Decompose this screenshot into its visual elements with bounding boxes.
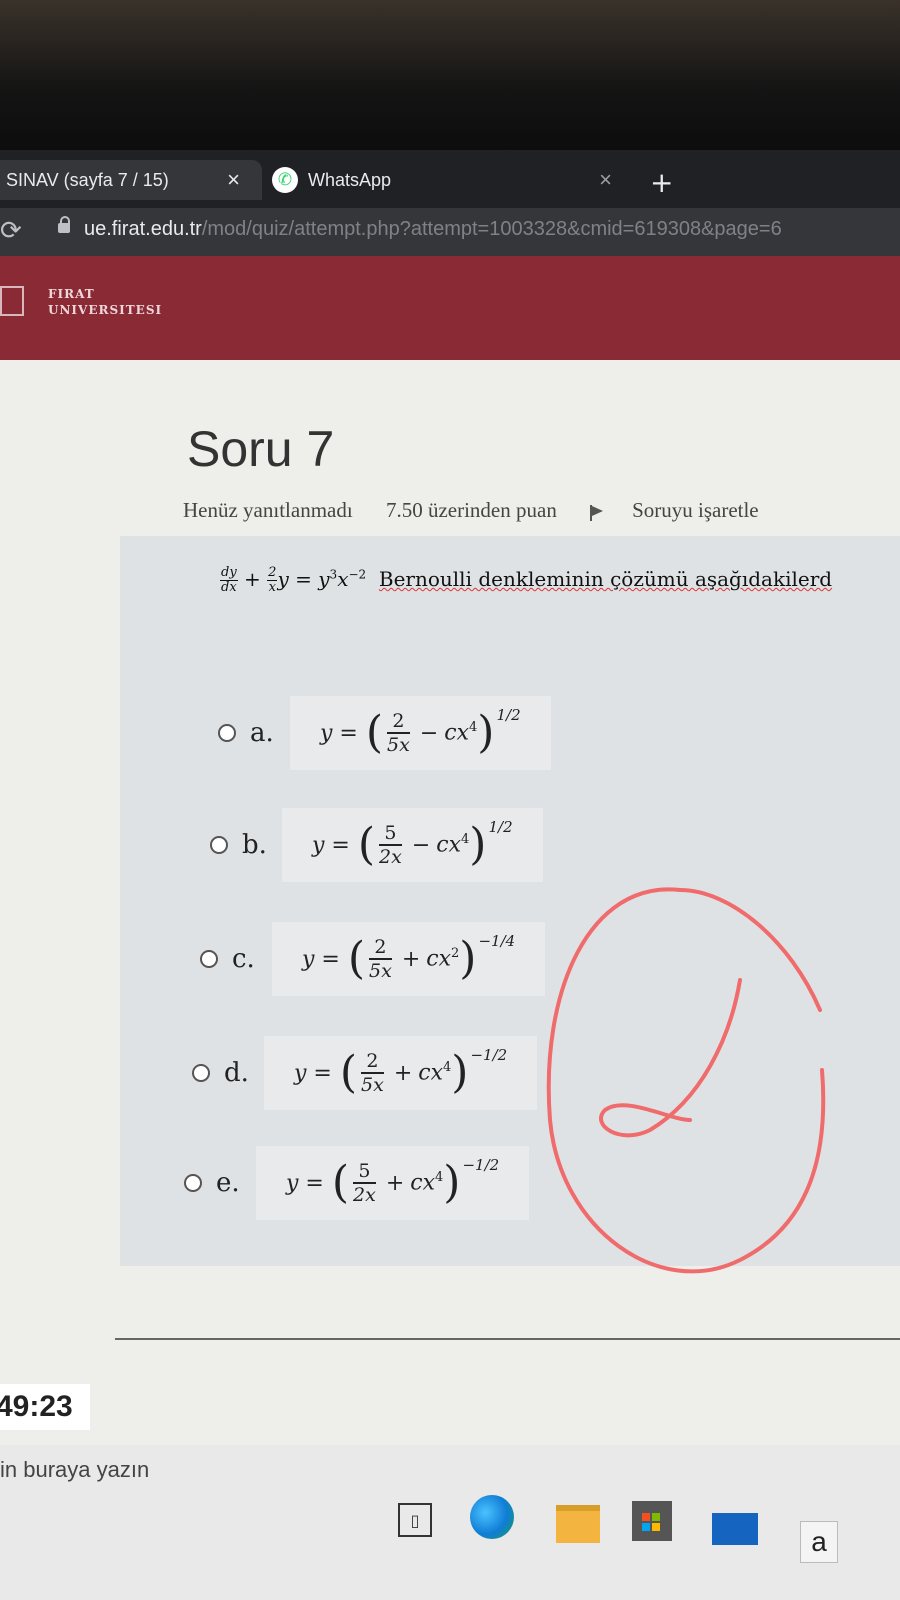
option-b[interactable]: b. y =( 5 2x − cx4 ) 1/2 [210,808,543,882]
dy-dx-fraction: dy dx [220,565,238,595]
microsoft-store-icon[interactable] [632,1501,672,1541]
question-text: dy dx + 2xy = y3x−2 Bernoulli denkleminin… [220,565,833,595]
option-a[interactable]: a. y =( 2 5x − cx4 ) 1/2 [218,696,551,770]
option-b-numerator: 5 [379,822,402,846]
tab-exam-close-icon[interactable]: × [227,167,240,193]
option-c-letter: c. [232,944,255,974]
tab-exam[interactable]: SINAV (sayfa 7 / 15) × [0,160,262,200]
option-a-sign: − [419,720,439,746]
tab-whatsapp[interactable]: ✆ WhatsApp × [266,160,626,200]
option-e-numerator: 5 [353,1160,376,1184]
quiz-timer: 49:23 [0,1384,90,1430]
task-view-icon[interactable]: ▯ [398,1503,432,1537]
option-e-letter: e. [216,1168,240,1198]
flag-icon [590,505,604,521]
option-b-radio[interactable] [210,836,228,854]
tab-whatsapp-title: WhatsApp [308,169,392,190]
edge-browser-icon[interactable] [470,1495,514,1539]
option-d-exponent: −1/2 [470,1046,508,1064]
option-a-numerator: 2 [387,710,410,734]
option-b-sign: − [411,832,431,858]
site-header: FIRAT UNIVERSITESI [0,256,900,360]
option-e-sign: + [385,1170,405,1196]
option-c[interactable]: c. y =( 2 5x + cx2 ) −1/4 [200,922,546,996]
background-top [0,0,900,150]
option-e-formula: y =( 5 2x + cx4 ) −1/2 [256,1146,530,1220]
logo-line-1: FIRAT [48,287,95,301]
option-b-letter: b. [242,830,267,860]
option-d[interactable]: d. y =( 2 5x + cx4 ) −1/2 [192,1036,538,1110]
question-points: 7.50 üzerinden puan [385,498,557,522]
option-c-term: cx2 [426,946,460,972]
option-b-denominator: 2x [379,846,402,868]
option-d-radio[interactable] [192,1064,210,1082]
option-c-numerator: 2 [369,936,392,960]
question-status: Henüz yanıtlanmadı [183,498,353,522]
tab-whatsapp-close-icon[interactable]: × [599,167,612,193]
mail-icon[interactable] [712,1513,758,1545]
flag-question-label: Soruyu işaretle [632,498,759,522]
question-statement: Bernoulli denkleminin çözümü aşağıdakile… [378,567,833,591]
page-divider [115,1338,900,1340]
option-e-denominator: 2x [353,1184,376,1206]
option-b-exponent: 1/2 [488,818,513,836]
option-a-term: cx4 [444,720,478,746]
option-a-letter: a. [250,718,274,748]
option-d-formula: y =( 2 5x + cx4 ) −1/2 [264,1036,538,1110]
tab-exam-title: SINAV (sayfa 7 / 15) [6,169,169,190]
question-meta: Henüz yanıtlanmadı 7.50 üzerinden puan S… [183,498,900,523]
whatsapp-icon: ✆ [272,167,298,193]
option-c-formula: y =( 2 5x + cx2 ) −1/4 [272,922,546,996]
option-a-radio[interactable] [218,724,236,742]
option-b-term: cx4 [436,832,470,858]
option-d-denominator: 5x [361,1074,384,1096]
red-circle-annotation [546,887,826,1274]
option-b-formula: y =( 5 2x − cx4 ) 1/2 [282,808,543,882]
option-e-exponent: −1/2 [462,1156,500,1174]
option-c-radio[interactable] [200,950,218,968]
option-a-denominator: 5x [387,734,410,756]
university-logo-icon[interactable] [0,286,24,316]
browser-tab-bar: SINAV (sayfa 7 / 15) × ✆ WhatsApp × [0,150,900,208]
amazon-icon[interactable]: a [800,1521,838,1563]
logo-line-2: UNIVERSITESI [48,303,163,317]
file-explorer-icon[interactable] [556,1505,600,1543]
option-d-letter: d. [224,1058,249,1088]
flag-question-link[interactable]: Soruyu işaretle [590,498,787,522]
option-d-sign: + [393,1060,413,1086]
option-e[interactable]: e. y =( 5 2x + cx4 ) −1/2 [184,1146,530,1220]
question-title: Soru 7 [187,421,335,477]
new-tab-button[interactable]: + [650,166,673,199]
address-bar[interactable]: ⟳ ue.firat.edu.tr/mod/quiz/attempt.php?a… [0,208,900,256]
url-text[interactable]: ue.firat.edu.tr/mod/quiz/attempt.php?att… [84,218,782,241]
option-a-formula: y =( 2 5x − cx4 ) 1/2 [290,696,551,770]
option-c-exponent: −1/4 [478,932,516,950]
option-e-term: cx4 [410,1170,444,1196]
url-path: /mod/quiz/attempt.php?attempt=1003328&cm… [201,218,782,240]
two-over-x-fraction: 2x [267,565,278,595]
option-d-numerator: 2 [361,1050,384,1074]
timer-text: 49:23 [0,1390,73,1423]
option-e-radio[interactable] [184,1174,202,1192]
option-a-exponent: 1/2 [496,706,521,724]
taskbar-search-box[interactable]: in buraya yazın [0,1457,149,1483]
option-d-term: cx4 [418,1060,452,1086]
option-c-sign: + [401,946,421,972]
url-host: ue.firat.edu.tr [84,218,202,240]
university-logo-text[interactable]: FIRAT UNIVERSITESI [48,286,162,318]
reload-icon[interactable]: ⟳ [0,216,22,246]
windows-taskbar: in buraya yazın ▯ a [0,1445,900,1600]
option-c-denominator: 5x [369,960,392,982]
lock-icon [58,216,70,233]
